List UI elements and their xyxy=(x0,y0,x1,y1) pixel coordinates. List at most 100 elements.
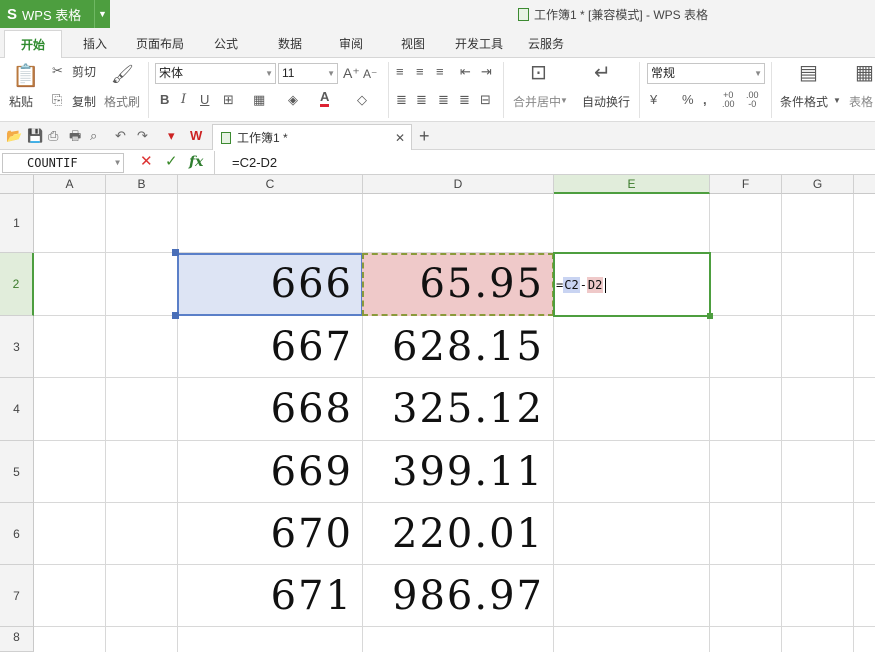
chevron-down-icon[interactable]: ▼ xyxy=(560,93,568,109)
tab-developer[interactable]: 开发工具 xyxy=(448,30,510,58)
wps-w-icon[interactable]: W xyxy=(190,128,202,144)
borders-icon[interactable]: ⊞ xyxy=(223,92,234,108)
decrease-decimal-icon[interactable]: .00 -0 xyxy=(746,91,759,109)
row-header-4[interactable]: 4 xyxy=(0,378,34,441)
row-header-8[interactable]: 8 xyxy=(0,627,34,652)
fill-handle[interactable] xyxy=(707,313,713,319)
cell-c2[interactable]: 666 xyxy=(178,253,363,315)
number-format-select[interactable]: 常规 ▼ xyxy=(647,63,765,84)
cell-editor-e2[interactable]: = C2 - D2 xyxy=(556,277,607,293)
cell-c6[interactable]: 670 xyxy=(178,503,363,565)
align-bottom-icon[interactable]: ≡ xyxy=(436,64,444,80)
align-right-icon[interactable]: ≣ xyxy=(438,92,449,108)
increase-decimal-icon[interactable]: +0.00 xyxy=(722,91,735,109)
format-painter-button[interactable]: 格式刷 xyxy=(104,93,140,110)
increase-indent-icon[interactable]: ⇥ xyxy=(481,64,492,80)
cell-d7[interactable]: 986.97 xyxy=(363,565,554,627)
cell-d3[interactable]: 628.15 xyxy=(363,316,554,378)
underline-icon[interactable]: U xyxy=(200,92,209,108)
wrap-text-button[interactable]: 自动换行 xyxy=(582,93,630,110)
scissors-icon[interactable]: ✂ xyxy=(52,63,63,79)
fill-color-icon[interactable]: ◈ xyxy=(288,92,298,108)
cell-d5[interactable]: 399.11 xyxy=(363,441,554,503)
cancel-icon[interactable]: ✕ xyxy=(140,154,153,170)
increase-font-icon[interactable]: A⁺ xyxy=(343,65,360,81)
clear-format-icon[interactable]: ◇ xyxy=(357,92,367,108)
decrease-font-icon[interactable]: A⁻ xyxy=(363,66,377,82)
print-icon[interactable]: 🖶 xyxy=(69,128,81,144)
column-header-a[interactable]: A xyxy=(34,175,106,194)
decrease-indent-icon[interactable]: ⇤ xyxy=(460,64,471,80)
formula-input[interactable]: =C2-D2 xyxy=(232,155,277,170)
insert-function-button[interactable]: fx xyxy=(189,154,203,170)
paste-icon[interactable]: 📋 xyxy=(12,64,39,88)
row-header-1[interactable]: 1 xyxy=(0,194,34,253)
thousands-icon[interactable]: , xyxy=(703,92,707,108)
font-color-icon[interactable]: A xyxy=(320,90,330,107)
column-header-h[interactable] xyxy=(854,175,875,194)
open-icon[interactable]: 📂 xyxy=(6,128,22,144)
font-size-select[interactable]: 11 ▼ xyxy=(278,63,338,84)
row-header-2[interactable]: 2 xyxy=(0,253,34,316)
tab-data[interactable]: 数据 xyxy=(264,30,316,58)
select-all-corner[interactable] xyxy=(0,175,34,194)
cut-button[interactable]: 剪切 xyxy=(72,63,96,80)
align-middle-icon[interactable]: ≡ xyxy=(416,64,424,80)
currency-icon[interactable]: ¥ xyxy=(650,92,657,108)
cell-c7[interactable]: 671 xyxy=(178,565,363,627)
wrap-text-icon[interactable]: ↵ xyxy=(594,62,611,84)
merge-center-button[interactable]: 合并居中 xyxy=(513,93,561,110)
cell-borders-icon[interactable]: ▦ xyxy=(253,92,265,108)
tab-page-layout[interactable]: 页面布局 xyxy=(128,30,192,58)
conditional-format-icon[interactable]: ▤ xyxy=(799,62,818,84)
column-header-e[interactable]: E xyxy=(554,175,710,194)
row-header-7[interactable]: 7 xyxy=(0,565,34,627)
percent-icon[interactable]: % xyxy=(682,92,694,108)
document-tab[interactable]: 工作簿1 * ✕ xyxy=(212,124,412,150)
new-tab-icon[interactable]: + xyxy=(419,126,430,146)
italic-icon[interactable]: I xyxy=(181,92,186,108)
column-header-g[interactable]: G xyxy=(782,175,854,194)
copy-icon[interactable]: ⎘ xyxy=(52,92,62,108)
row-header-5[interactable]: 5 xyxy=(0,441,34,503)
format-painter-icon[interactable]: 🖌 xyxy=(111,64,134,84)
cell-c5[interactable]: 669 xyxy=(178,441,363,503)
tab-insert[interactable]: 插入 xyxy=(70,30,120,58)
distribute-icon[interactable]: ⊟ xyxy=(480,92,491,108)
cell-d2[interactable]: 65.95 xyxy=(363,253,554,315)
justify-icon[interactable]: ≣ xyxy=(459,92,470,108)
undo-icon[interactable]: ↶ xyxy=(115,128,126,144)
column-header-f[interactable]: F xyxy=(710,175,782,194)
tab-review[interactable]: 审阅 xyxy=(326,30,376,58)
row-header-3[interactable]: 3 xyxy=(0,316,34,378)
export-pdf-icon[interactable]: ⎙ xyxy=(48,128,58,144)
column-header-d[interactable]: D xyxy=(363,175,554,194)
app-menu-button[interactable]: S WPS 表格 ▼ xyxy=(0,0,110,28)
column-header-c[interactable]: C xyxy=(178,175,363,194)
name-box[interactable]: COUNTIF ▼ xyxy=(2,153,124,173)
table-style-icon[interactable]: ▦ xyxy=(855,62,874,84)
copy-button[interactable]: 复制 xyxy=(72,93,96,110)
cell-d6[interactable]: 220.01 xyxy=(363,503,554,565)
column-header-b[interactable]: B xyxy=(106,175,178,194)
tab-formulas[interactable]: 公式 xyxy=(200,30,252,58)
close-icon[interactable]: ✕ xyxy=(395,131,405,145)
chevron-down-icon[interactable]: ▼ xyxy=(115,154,120,172)
table-style-button[interactable]: 表格 xyxy=(849,93,873,110)
tab-view[interactable]: 视图 xyxy=(388,30,438,58)
chevron-down-icon[interactable]: ▼ xyxy=(833,93,841,109)
paste-button[interactable]: 粘贴 xyxy=(9,93,33,110)
cell-d4[interactable]: 325.12 xyxy=(363,378,554,440)
align-center-icon[interactable]: ≣ xyxy=(416,92,427,108)
save-icon[interactable]: 💾 xyxy=(27,128,43,144)
chevron-down-icon[interactable]: ▼ xyxy=(94,0,110,28)
print-preview-icon[interactable]: ⌕ xyxy=(90,128,97,144)
tab-cloud[interactable]: 云服务 xyxy=(518,30,574,58)
bold-icon[interactable]: B xyxy=(160,92,169,108)
cell-c3[interactable]: 667 xyxy=(178,316,363,378)
align-left-icon[interactable]: ≣ xyxy=(396,92,407,108)
redo-icon[interactable]: ↷ xyxy=(137,128,148,144)
row-header-6[interactable]: 6 xyxy=(0,503,34,565)
cell-c4[interactable]: 668 xyxy=(178,378,363,440)
align-top-icon[interactable]: ≡ xyxy=(396,64,404,80)
